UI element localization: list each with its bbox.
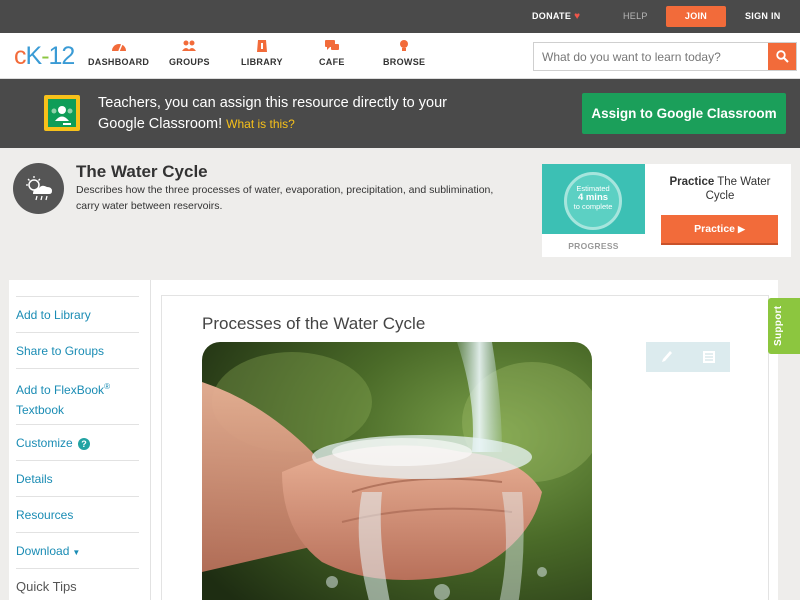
search-icon xyxy=(775,50,789,63)
browse-icon xyxy=(400,40,409,51)
content-tools xyxy=(646,342,730,372)
google-classroom-banner: Teachers, you can assign this resource d… xyxy=(0,79,800,148)
sidebar-item-label: Details xyxy=(16,472,53,486)
sidebar-item-label: Download xyxy=(16,544,70,558)
logo-c: c xyxy=(14,42,26,70)
pencil-icon xyxy=(662,351,672,362)
sidebar-item-label: Customize xyxy=(16,436,73,450)
donate-link[interactable]: DONATE ♥ xyxy=(532,0,580,33)
nav-library[interactable]: LIBRARY xyxy=(241,39,283,67)
sidebar-item-label: Add to Library xyxy=(16,308,91,322)
sign-in-link[interactable]: SIGN IN xyxy=(745,0,781,33)
section-title: Processes of the Water Cycle xyxy=(202,314,426,333)
logo-num: 12 xyxy=(48,42,76,70)
concept-sidebar: Add to Library Share to Groups Add to Fl… xyxy=(9,280,151,600)
nav-library-label: LIBRARY xyxy=(241,57,283,67)
sidebar-share-to-groups[interactable]: Share to Groups xyxy=(16,332,139,368)
sidebar-item-label-2: Textbook xyxy=(16,403,65,417)
main-nav-bar: cK-12 DASHBOARD GROUPS LIBRARY CAFE BROW… xyxy=(0,33,800,79)
weather-icon xyxy=(13,163,64,214)
concept-description: Describes how the three processes of wat… xyxy=(76,184,494,212)
support-tab[interactable]: Support xyxy=(768,298,800,354)
estimated-time: Estimated 4 mins to complete xyxy=(564,184,622,211)
join-button[interactable]: JOIN xyxy=(666,6,726,27)
sidebar-item-label: Add to FlexBook xyxy=(16,383,105,397)
search-box xyxy=(533,42,797,71)
nav-cafe-label: CAFE xyxy=(319,57,345,67)
nav-cafe[interactable]: CAFE xyxy=(319,39,345,67)
heart-icon: ♥ xyxy=(574,11,581,22)
water-hands-photo xyxy=(202,342,592,600)
sidebar-add-to-flexbook[interactable]: Add to FlexBook® Textbook xyxy=(16,368,139,424)
sidebar-customize[interactable]: Customize ? xyxy=(16,424,139,460)
sidebar-details[interactable]: Details xyxy=(16,460,139,496)
practice-title: Practice The Water Cycle xyxy=(659,175,781,203)
practice-button[interactable]: Practice ▶ xyxy=(661,215,778,245)
nav-browse-label: BROWSE xyxy=(383,57,426,67)
nav-groups[interactable]: GROUPS xyxy=(169,39,210,67)
search-input[interactable] xyxy=(534,43,770,70)
sidebar-quick-tips[interactable]: Quick Tips xyxy=(16,568,139,600)
to-complete-label: to complete xyxy=(573,202,613,211)
nav-groups-label: GROUPS xyxy=(169,57,210,67)
annotate-button[interactable] xyxy=(646,342,688,372)
practice-title-rest: The Water Cycle xyxy=(705,176,771,202)
practice-title-bold: Practice xyxy=(669,176,715,188)
groups-icon xyxy=(182,40,197,51)
progress-label: PROGRESS xyxy=(568,241,619,251)
practice-button-label: Practice xyxy=(694,223,736,235)
assign-google-classroom-button[interactable]: Assign to Google Classroom xyxy=(582,93,786,134)
sidebar-item-label: Resources xyxy=(16,508,74,522)
chevron-right-icon: ▶ xyxy=(737,224,745,234)
practice-card: Estimated 4 mins to complete PROGRESS Pr… xyxy=(542,164,791,257)
top-utility-bar: DONATE ♥ HELP JOIN SIGN IN xyxy=(0,0,800,33)
what-is-this-link[interactable]: What is this? xyxy=(226,117,295,131)
support-label: Support xyxy=(773,305,784,346)
google-classroom-icon xyxy=(44,95,80,131)
sidebar-download[interactable]: Download ▼ xyxy=(16,532,139,568)
sidebar-resources[interactable]: Resources xyxy=(16,496,139,532)
nav-dashboard-label: DASHBOARD xyxy=(88,57,150,67)
sidebar-item-label: Quick Tips xyxy=(16,579,77,594)
logo-dash: - xyxy=(41,42,49,70)
dashboard-icon xyxy=(111,43,126,52)
notes-button[interactable] xyxy=(688,342,730,372)
notes-icon xyxy=(703,351,715,363)
progress-badge: Estimated 4 mins to complete xyxy=(542,164,645,234)
sidebar-item-label: Share to Groups xyxy=(16,344,105,358)
caret-down-icon: ▼ xyxy=(72,548,81,557)
nav-browse[interactable]: BROWSE xyxy=(383,39,425,67)
library-icon xyxy=(256,40,267,52)
ck12-logo[interactable]: cK-12 xyxy=(14,42,76,71)
cafe-icon xyxy=(324,40,339,50)
help-icon[interactable]: ? xyxy=(78,437,91,450)
sidebar-add-to-library[interactable]: Add to Library xyxy=(16,296,139,332)
google-classroom-message: Teachers, you can assign this resource d… xyxy=(98,93,458,135)
water-hands-image xyxy=(202,342,592,600)
concept-title: The Water Cycle xyxy=(76,162,208,181)
logo-k: K xyxy=(25,42,43,70)
help-link[interactable]: HELP xyxy=(623,0,648,33)
registered-mark: ® xyxy=(104,382,110,391)
estimated-mins: 4 mins xyxy=(577,192,609,203)
nav-dashboard[interactable]: DASHBOARD xyxy=(88,39,149,67)
search-button[interactable] xyxy=(768,43,796,70)
